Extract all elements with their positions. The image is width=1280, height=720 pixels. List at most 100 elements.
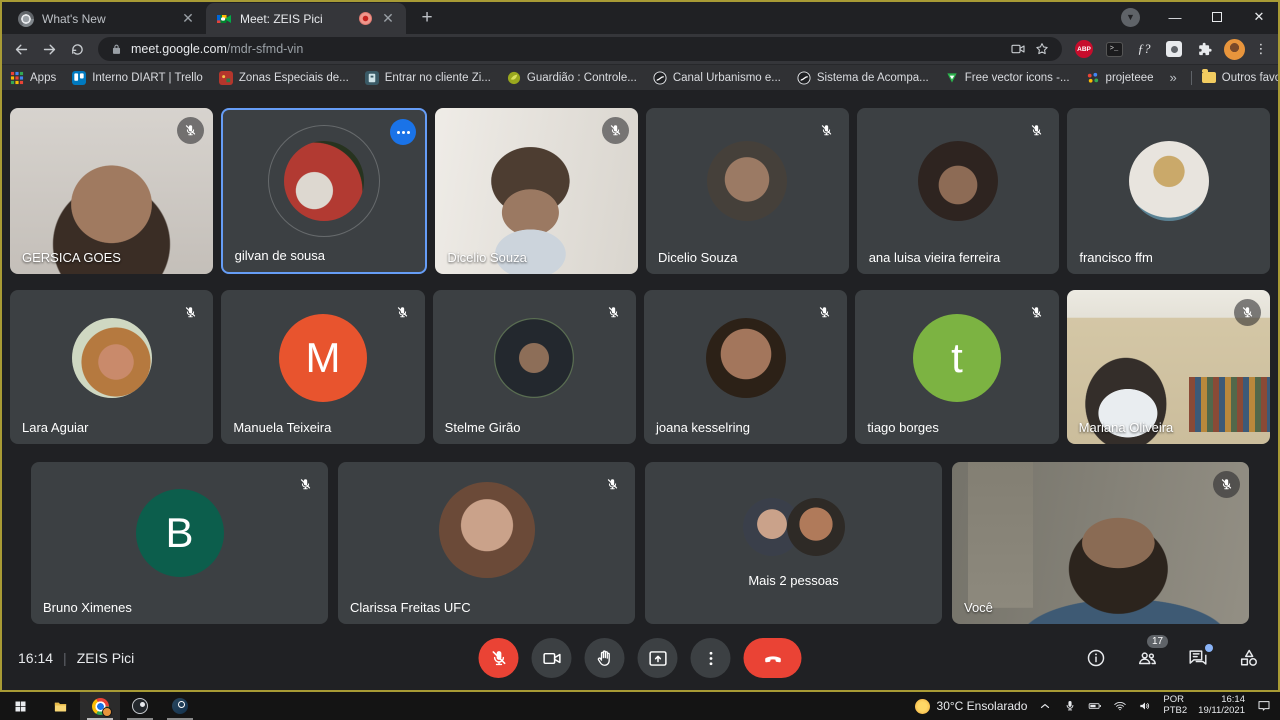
forward-button[interactable] <box>36 36 62 62</box>
folder-icon <box>53 699 68 714</box>
terminal-extension-icon[interactable]: >_ <box>1103 38 1125 60</box>
activities-button[interactable] <box>1236 645 1262 671</box>
call-controls <box>479 638 802 678</box>
tab-whats-new[interactable]: What's New ✕ <box>8 3 206 34</box>
bookmark-label: Sistema de Acompa... <box>817 72 929 84</box>
participant-avatar <box>707 141 787 221</box>
weather-widget[interactable]: 30°C Ensolarado <box>915 699 1028 714</box>
bookmark-item[interactable]: Free vector icons -... <box>945 71 1070 85</box>
participant-name: Stelme Girão <box>445 420 521 435</box>
bookmark-label: Free vector icons -... <box>965 72 1070 84</box>
participant-tile[interactable]: Dicelio Souza <box>435 108 638 274</box>
participant-avatar <box>72 318 152 398</box>
chrome-taskbar-button[interactable] <box>80 692 120 720</box>
reload-button[interactable] <box>64 36 90 62</box>
chrome-icon <box>92 698 109 715</box>
profile-avatar[interactable] <box>1223 38 1245 60</box>
fontface-extension-icon[interactable]: ƒ? <box>1133 38 1155 60</box>
end-call-button[interactable] <box>744 638 802 678</box>
participants-button[interactable]: 17 <box>1134 645 1160 671</box>
hand-icon <box>594 648 615 669</box>
minimize-button[interactable]: — <box>1154 0 1196 34</box>
back-icon <box>13 41 30 58</box>
panel-controls: 17 <box>1083 645 1262 671</box>
new-tab-button[interactable]: + <box>414 5 440 31</box>
chat-button[interactable] <box>1185 645 1211 671</box>
camera-access-icon[interactable] <box>1010 41 1026 57</box>
restore-button[interactable] <box>1196 0 1238 34</box>
mic-button[interactable] <box>479 638 519 678</box>
participant-avatar <box>494 318 574 398</box>
participant-tile[interactable]: GERSICA GOES <box>10 108 213 274</box>
recording-indicator-icon <box>359 12 372 25</box>
bookmark-item[interactable]: Canal Urbanismo e... <box>653 71 781 85</box>
tab-search-button[interactable]: ▼ <box>1121 8 1140 27</box>
tray-battery-icon[interactable] <box>1088 699 1102 713</box>
browser-menu-button[interactable]: ⋮ <box>1253 38 1269 60</box>
participant-name: GERSICA GOES <box>22 250 121 265</box>
raise-hand-button[interactable] <box>585 638 625 678</box>
mic-off-icon <box>389 299 416 326</box>
extensions-puzzle-icon[interactable] <box>1193 38 1215 60</box>
adblock-extension-icon[interactable]: ABP <box>1073 38 1095 60</box>
participant-tile[interactable]: Mais 2 pessoas <box>645 462 942 624</box>
participant-tile[interactable]: Você <box>952 462 1249 624</box>
keep-extension-icon[interactable] <box>1163 38 1185 60</box>
bookmark-item[interactable]: Entrar no cliente Zi... <box>365 71 491 85</box>
clock-widget[interactable]: 16:14 19/11/2021 <box>1198 695 1245 717</box>
reload-icon <box>69 41 86 58</box>
tray-network-icon[interactable] <box>1113 699 1127 713</box>
tile-row: GERSICA GOES gilvan de sousa Dicelio Souza… <box>10 108 1270 274</box>
participant-tile[interactable]: gilvan de sousa <box>221 108 428 274</box>
bookmark-item[interactable]: projeteee <box>1086 71 1154 85</box>
present-button[interactable] <box>638 638 678 678</box>
participant-tile[interactable]: francisco ffm <box>1067 108 1270 274</box>
close-window-button[interactable]: ✕ <box>1238 0 1280 34</box>
participant-tile[interactable]: Mariana Oliveira <box>1067 290 1270 444</box>
file-explorer-button[interactable] <box>40 692 80 720</box>
obs-taskbar-button[interactable] <box>120 692 160 720</box>
tray-volume-icon[interactable] <box>1138 699 1152 713</box>
bookmark-item[interactable]: Interno DIART | Trello <box>72 71 203 85</box>
participant-tile[interactable]: Stelme Girão <box>433 290 636 444</box>
steam-taskbar-button[interactable] <box>160 692 200 720</box>
mic-off-icon <box>602 117 629 144</box>
tray-expand-button[interactable] <box>1038 699 1052 713</box>
participant-tile[interactable]: Clarissa Freitas UFC <box>338 462 635 624</box>
bookmark-item[interactable]: Apps <box>10 71 56 85</box>
bookmark-star-icon[interactable] <box>1034 41 1050 57</box>
bookmark-label: Interno DIART | Trello <box>92 72 203 84</box>
bookmarks-overflow-button[interactable]: » <box>1170 70 1177 85</box>
tile-options-button[interactable] <box>390 119 416 145</box>
action-center-button[interactable] <box>1256 698 1272 714</box>
tab-meet[interactable]: Meet: ZEIS Pici ✕ <box>206 3 406 34</box>
bookmark-item[interactable]: Zonas Especiais de... <box>219 71 349 85</box>
more-options-button[interactable] <box>691 638 731 678</box>
language-indicator[interactable]: POR PTB2 <box>1163 695 1187 717</box>
bookmark-label: Zonas Especiais de... <box>239 72 349 84</box>
participant-tile[interactable]: joana kesselring <box>644 290 847 444</box>
close-tab-icon[interactable]: ✕ <box>380 11 396 27</box>
participant-tile[interactable]: BBruno Ximenes <box>31 462 328 624</box>
tray-mic-icon[interactable] <box>1063 699 1077 713</box>
participant-tile[interactable]: ana luisa vieira ferreira <box>857 108 1060 274</box>
screen: What's New ✕ Meet: ZEIS Pici ✕ + ▼ <box>0 0 1280 720</box>
meeting-details-button[interactable] <box>1083 645 1109 671</box>
address-bar[interactable]: meet.google.com/mdr-sfmd-vin <box>98 37 1062 61</box>
start-button[interactable] <box>0 692 40 720</box>
participant-name: Dicelio Souza <box>447 250 527 265</box>
chrome-icon <box>18 11 34 27</box>
participant-tile[interactable]: MManuela Teixeira <box>221 290 424 444</box>
back-button[interactable] <box>8 36 34 62</box>
participant-name: gilvan de sousa <box>235 248 325 263</box>
tab-title: Meet: ZEIS Pici <box>240 12 351 26</box>
other-bookmarks-folder[interactable]: Outros favoritos <box>1202 72 1280 84</box>
close-tab-icon[interactable]: ✕ <box>180 11 196 27</box>
camera-button[interactable] <box>532 638 572 678</box>
participant-tile[interactable]: Lara Aguiar <box>10 290 213 444</box>
initial-avatar: t <box>913 314 1001 402</box>
bookmark-item[interactable]: Sistema de Acompa... <box>797 71 929 85</box>
bookmark-item[interactable]: Guardião : Controle... <box>507 71 637 85</box>
participant-tile[interactable]: ttiago borges <box>855 290 1058 444</box>
participant-tile[interactable]: Dicelio Souza <box>646 108 849 274</box>
